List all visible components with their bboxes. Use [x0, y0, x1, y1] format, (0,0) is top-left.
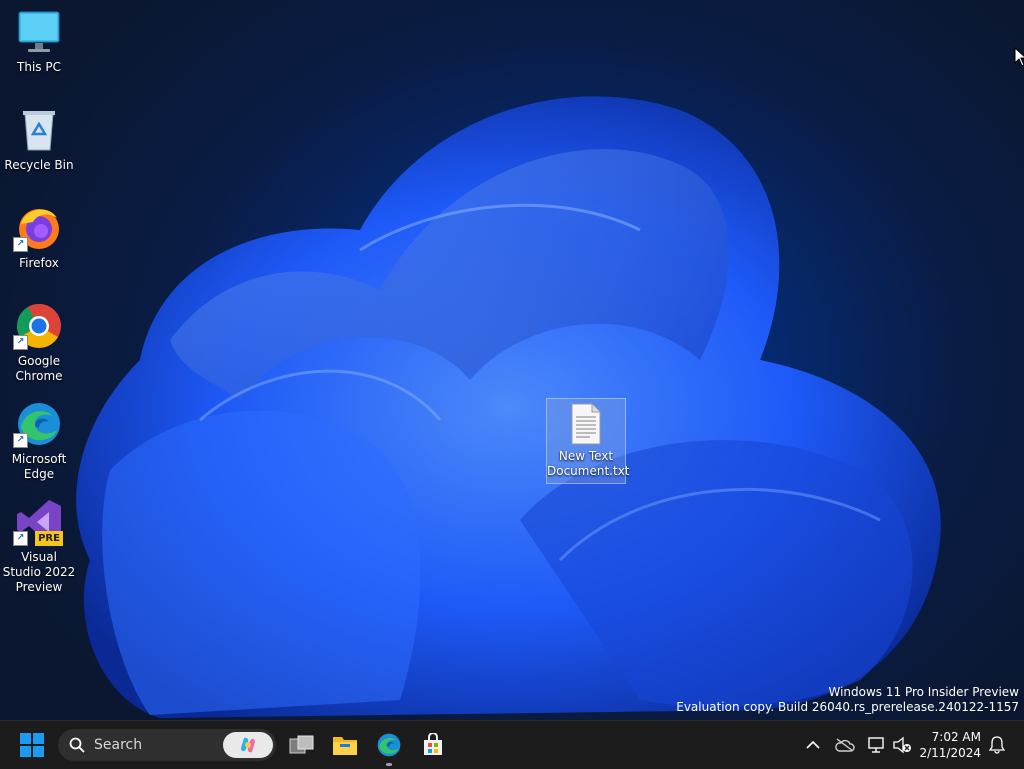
- desktop-file-label: New Text Document.txt: [547, 449, 630, 478]
- start-icon: [20, 733, 44, 757]
- shortcut-arrow-icon: ↗: [13, 531, 28, 546]
- edge-icon: [377, 733, 401, 757]
- desktop-icon-label: Firefox: [19, 256, 59, 270]
- clock-time: 7:02 AM: [931, 730, 981, 744]
- desktop-icon-this-pc[interactable]: This PC: [2, 8, 76, 75]
- task-view-icon: [289, 735, 314, 754]
- evaluation-watermark: Windows 11 Pro Insider Preview Evaluatio…: [676, 685, 1019, 715]
- search-icon: [69, 737, 85, 753]
- mouse-cursor-icon: [1014, 46, 1024, 71]
- search-placeholder: Search: [94, 737, 143, 753]
- visual-studio-icon: PRE ↗: [13, 498, 63, 546]
- copilot-button[interactable]: [223, 732, 273, 758]
- file-explorer-button[interactable]: [327, 721, 363, 769]
- shortcut-arrow-icon: ↗: [13, 237, 28, 252]
- desktop-icon-label: Visual Studio 2022 Preview: [2, 550, 76, 594]
- volume-button[interactable]: [890, 721, 914, 769]
- file-explorer-icon: [333, 737, 357, 755]
- start-button[interactable]: [12, 721, 52, 769]
- taskbar-search-box[interactable]: Search: [58, 729, 276, 761]
- edge-icon: ↗: [13, 400, 63, 448]
- desktop-icon-label: This PC: [17, 60, 61, 74]
- microsoft-store-icon: [424, 733, 442, 755]
- desktop-icon-visual-studio[interactable]: PRE ↗ Visual Studio 2022 Preview: [2, 498, 76, 595]
- this-pc-icon: [15, 8, 63, 56]
- desktop-file-new-text-document[interactable]: New Text Document.txt: [546, 398, 630, 484]
- clock-button[interactable]: 7:02 AM 2/11/2024: [919, 729, 981, 761]
- taskbar: Search 7:02 AM 2/11/2024: [0, 720, 1024, 769]
- preview-badge: PRE: [35, 531, 63, 546]
- shortcut-arrow-icon: ↗: [13, 433, 28, 448]
- desktop-icon-label: Microsoft Edge: [11, 452, 67, 481]
- firefox-icon: ↗: [13, 204, 63, 252]
- edge-taskbar-button[interactable]: [371, 721, 407, 769]
- volume-muted-icon: [893, 736, 911, 754]
- notifications-button[interactable]: [984, 721, 1010, 769]
- show-hidden-icons-button[interactable]: [800, 721, 826, 769]
- recycle-bin-icon: [15, 106, 63, 154]
- desktop-icon-firefox[interactable]: ↗ Firefox: [2, 204, 76, 271]
- desktop-icon-google-chrome[interactable]: ↗ Google Chrome: [2, 302, 76, 384]
- task-view-button[interactable]: [284, 721, 320, 769]
- shortcut-arrow-icon: ↗: [13, 335, 28, 350]
- desktop-icon-label: Recycle Bin: [4, 158, 74, 172]
- onedrive-button[interactable]: [832, 721, 858, 769]
- network-button[interactable]: [864, 721, 890, 769]
- desktop-icon-recycle-bin[interactable]: Recycle Bin: [2, 106, 76, 173]
- chevron-up-icon: [806, 740, 820, 749]
- desktop-wallpaper: [0, 0, 1024, 720]
- desktop-icon-label: Google Chrome: [15, 354, 63, 383]
- watermark-line-1: Windows 11 Pro Insider Preview: [828, 685, 1019, 699]
- copilot-icon: [241, 737, 255, 753]
- watermark-line-2: Evaluation copy. Build 26040.rs_prerelea…: [676, 700, 1019, 714]
- text-document-icon: [570, 403, 602, 445]
- chrome-icon: ↗: [13, 302, 63, 350]
- desktop-icon-microsoft-edge[interactable]: ↗ Microsoft Edge: [2, 400, 76, 482]
- clock-date: 2/11/2024: [919, 746, 981, 760]
- running-indicator: [386, 763, 392, 766]
- microsoft-store-button[interactable]: [415, 721, 451, 769]
- bell-icon: [989, 736, 1005, 754]
- network-icon: [868, 737, 884, 753]
- onedrive-offline-icon: [835, 738, 855, 752]
